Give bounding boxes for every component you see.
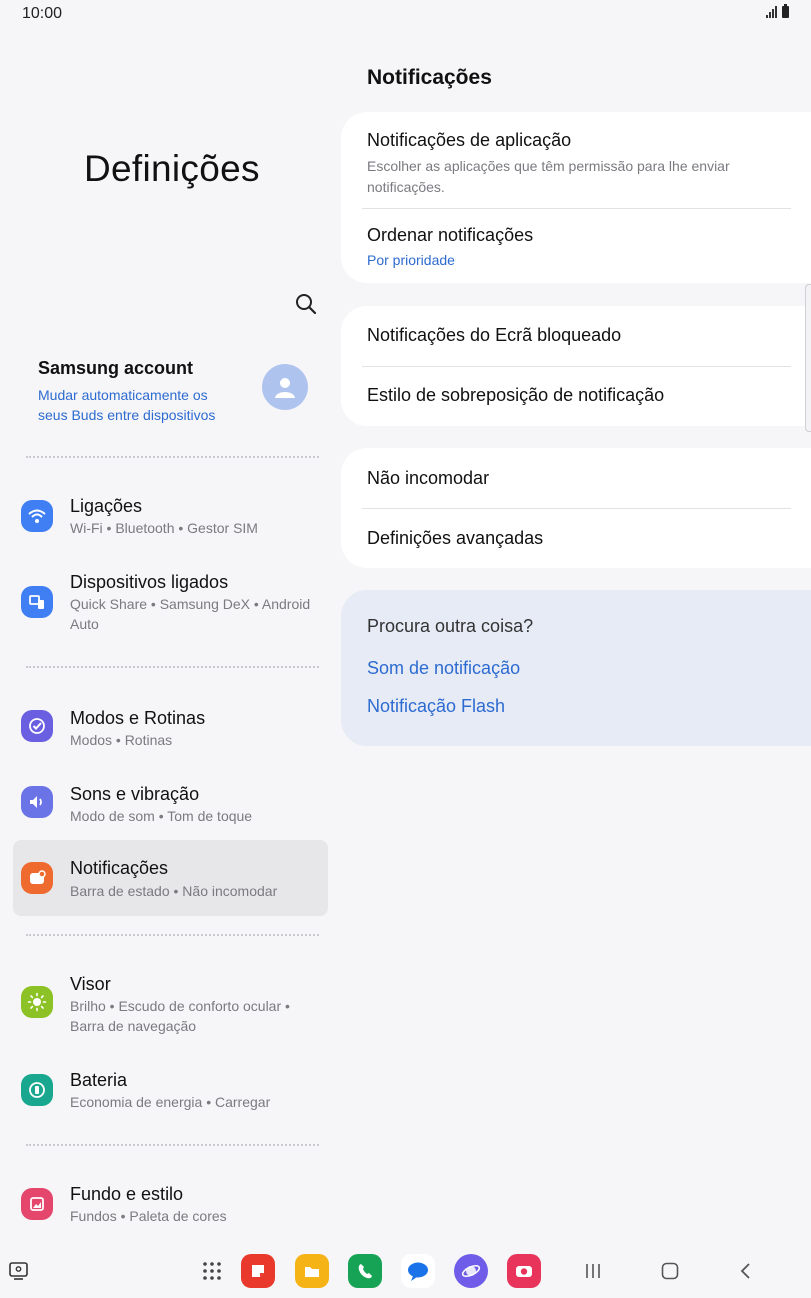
my-files-icon[interactable]	[295, 1254, 329, 1288]
notifications-icon	[21, 862, 53, 894]
settings-sidebar: Definições Samsung account Mudar automat…	[0, 28, 340, 1240]
clock: 10:00	[22, 5, 63, 22]
row-title: Ordenar notificações	[367, 225, 534, 245]
sidebar-item-connections[interactable]: Ligações Wi-Fi • Bluetooth • Gestor SIM	[13, 486, 328, 552]
divider	[26, 934, 319, 936]
search-button[interactable]	[292, 290, 320, 318]
sidebar-item-sublabel: Modo de som • Tom de toque	[70, 808, 253, 824]
popup-style-row[interactable]: Estilo de sobreposição de notificação	[367, 385, 791, 406]
connected-devices-icon	[21, 586, 53, 618]
sidebar-item-sublabel: Economia de energia • Carregar	[70, 1094, 271, 1110]
system-indicators	[766, 4, 789, 18]
sidebar-item-connected-devices[interactable]: Dispositivos ligados Quick Share • Samsu…	[13, 562, 328, 648]
sidebar-item-label: Fundo e estilo	[70, 1184, 184, 1204]
notifications-card-3: Não incomodar Definições avançadas	[341, 448, 811, 568]
sidebar-item-sublabel: Wi-Fi • Bluetooth • Gestor SIM	[70, 520, 258, 536]
row-description: Escolher as aplicações que têm permissão…	[367, 158, 730, 195]
notification-sound-link[interactable]: Som de notificação	[367, 658, 520, 679]
row-value: Por prioridade	[367, 252, 455, 268]
wallpaper-icon	[21, 1188, 53, 1220]
sidebar-item-sounds[interactable]: Sons e vibração Modo de som • Tom de toq…	[13, 772, 328, 838]
sidebar-item-sublabel: Brilho • Escudo de conforto ocular • Bar…	[70, 998, 290, 1034]
advanced-settings-row[interactable]: Definições avançadas	[367, 528, 791, 549]
search-icon	[296, 294, 317, 315]
sound-icon	[21, 786, 53, 818]
sidebar-item-label: Dispositivos ligados	[70, 572, 229, 592]
lock-screen-notifications-row[interactable]: Notificações do Ecrã bloqueado	[367, 325, 791, 346]
sidebar-item-display[interactable]: Visor Brilho • Escudo de conforto ocular…	[13, 964, 328, 1050]
sidebar-item-sublabel: Quick Share • Samsung DeX • Android Auto	[70, 596, 311, 632]
row-title: Notificações do Ecrã bloqueado	[367, 325, 622, 345]
row-title: Definições avançadas	[367, 528, 544, 548]
sidebar-item-label: Notificações	[70, 858, 169, 878]
sidebar-item-sublabel: Modos • Rotinas	[70, 732, 173, 748]
back-icon	[740, 1263, 750, 1279]
samsung-notes-icon[interactable]	[241, 1254, 275, 1288]
brightness-icon	[21, 986, 53, 1018]
sidebar-item-battery[interactable]: Bateria Economia de energia • Carregar	[13, 1060, 328, 1126]
battery-icon	[21, 1074, 53, 1106]
divider	[362, 508, 791, 509]
taskbar-settings-button[interactable]	[2, 1254, 36, 1288]
sidebar-item-notifications[interactable]: Notificações Barra de estado • Não incom…	[13, 840, 328, 916]
phone-icon[interactable]	[348, 1254, 382, 1288]
suggestions-heading: Procura outra coisa?	[367, 616, 534, 636]
sidebar-item-label: Modos e Rotinas	[70, 708, 206, 728]
taskbar	[0, 1244, 811, 1298]
sidebar-item-label: Sons e vibração	[70, 784, 200, 804]
home-button[interactable]	[653, 1254, 687, 1288]
divider	[26, 666, 319, 668]
suggestions-card: Procura outra coisa? Som de notificação …	[341, 590, 811, 746]
person-icon	[275, 378, 295, 398]
sidebar-item-label: Ligações	[70, 496, 143, 516]
app-notifications-row[interactable]: Notificações de aplicação Escolher as ap…	[367, 130, 791, 198]
do-not-disturb-row[interactable]: Não incomodar	[367, 468, 791, 489]
notifications-card-2: Notificações do Ecrã bloqueado Estilo de…	[341, 306, 811, 426]
divider	[362, 208, 791, 209]
recents-icon	[586, 1264, 600, 1278]
internet-icon[interactable]	[454, 1254, 488, 1288]
messages-icon[interactable]	[401, 1254, 435, 1288]
wifi-icon	[21, 500, 53, 532]
camera-icon[interactable]	[507, 1254, 541, 1288]
sidebar-item-label: Bateria	[70, 1070, 128, 1090]
sidebar-item-label: Visor	[70, 974, 111, 994]
row-title: Estilo de sobreposição de notificação	[367, 385, 665, 405]
section-title: Notificações	[367, 66, 492, 89]
divider	[26, 456, 319, 458]
back-button[interactable]	[729, 1254, 763, 1288]
sidebar-item-wallpaper[interactable]: Fundo e estilo Fundos • Paleta de cores	[13, 1174, 328, 1240]
status-bar: 10:00	[0, 0, 811, 28]
home-icon	[661, 1262, 679, 1280]
sidebar-item-sublabel: Fundos • Paleta de cores	[70, 1208, 227, 1224]
page-title: Definições	[84, 148, 260, 189]
apps-grid-icon	[203, 1262, 221, 1280]
notifications-card-1: Notificações de aplicação Escolher as ap…	[341, 112, 811, 283]
row-title: Não incomodar	[367, 468, 490, 488]
signal-icon	[766, 6, 777, 18]
sidebar-item-modes-routines[interactable]: Modos e Rotinas Modos • Rotinas	[13, 696, 328, 762]
battery-status-icon	[782, 4, 789, 18]
row-title: Notificações de aplicação	[367, 130, 572, 150]
device-settings-icon	[9, 1262, 28, 1280]
modes-icon	[21, 710, 53, 742]
scrollbar[interactable]	[805, 284, 811, 432]
account-subtitle: Mudar automaticamente os seus Buds entre…	[38, 387, 216, 423]
sort-notifications-row[interactable]: Ordenar notificações Por prioridade	[367, 225, 791, 268]
recent-apps-button[interactable]	[576, 1254, 610, 1288]
app-drawer-button[interactable]	[195, 1254, 229, 1288]
avatar[interactable]	[262, 364, 308, 410]
divider	[26, 1144, 319, 1146]
flash-notification-link[interactable]: Notificação Flash	[367, 696, 505, 717]
sidebar-item-sublabel: Barra de estado • Não incomodar	[70, 883, 278, 899]
divider	[362, 366, 791, 367]
